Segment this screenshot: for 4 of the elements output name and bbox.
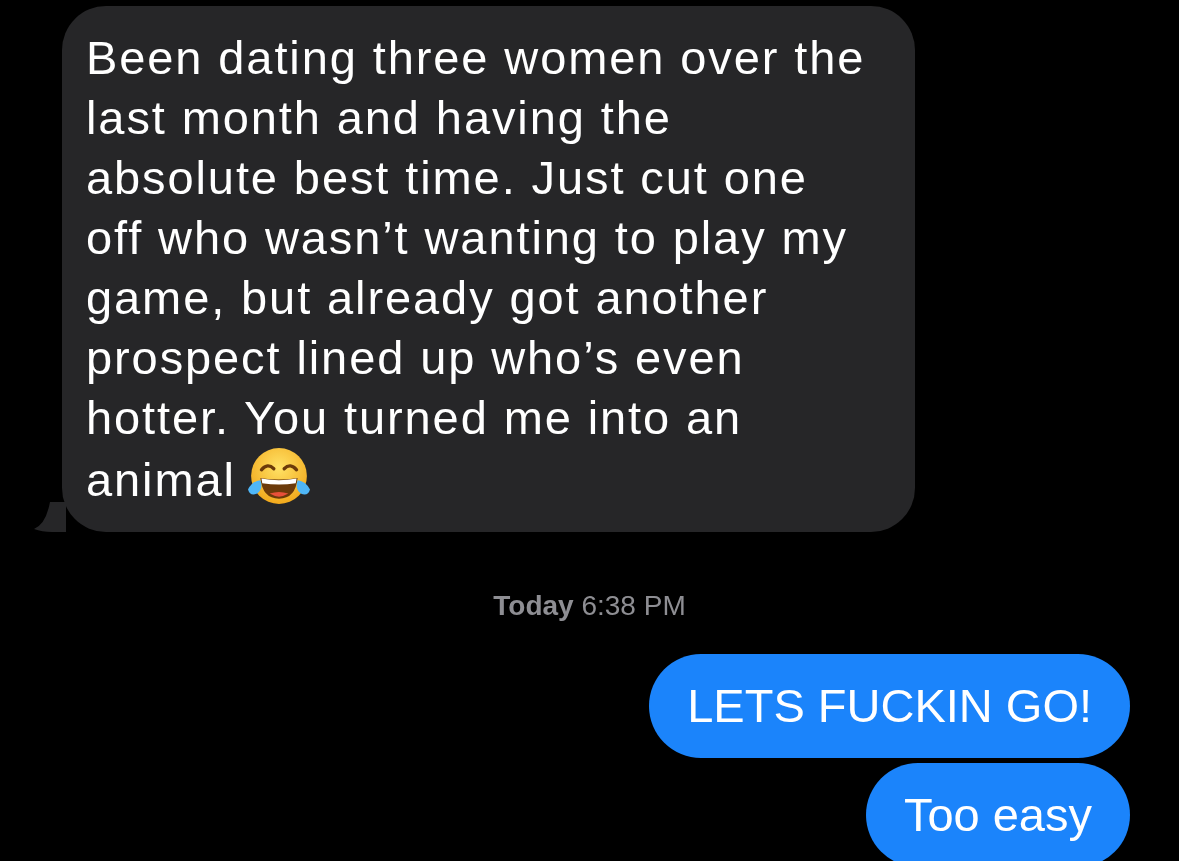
timestamp: Today 6:38 PM xyxy=(493,589,686,623)
sent-message-bubble: Too easy xyxy=(865,763,1130,861)
sent-message-bubble: LETS FUCKIN GO! xyxy=(649,654,1130,758)
message-text: Been dating three women over the last month and having the absolute best time. Just cut one off who wasn’t wanting to play my game, but already got another prospect lined up who’s even hotter. You turned me into an animal xyxy=(86,31,866,506)
